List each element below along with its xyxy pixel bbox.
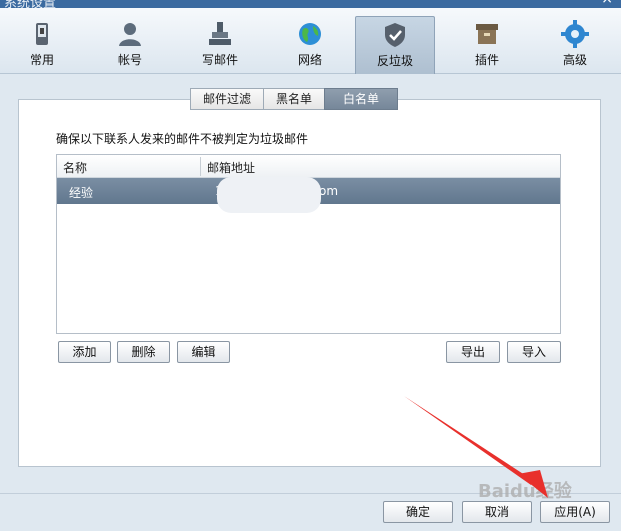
toolbar-label: 高级	[562, 53, 587, 67]
delete-button[interactable]: 删除	[117, 341, 170, 363]
network-icon	[299, 23, 321, 45]
tab-whitelist[interactable]: 白名单	[324, 88, 399, 110]
toolbar-label: 网络	[297, 53, 322, 67]
add-button[interactable]: 添加	[58, 341, 111, 363]
toolbar-item-common[interactable]: 常用	[2, 16, 82, 74]
redaction-blur	[217, 177, 321, 213]
tab-blacklist[interactable]: 黑名单	[263, 88, 326, 110]
column-header-name[interactable]: 名称	[63, 159, 87, 176]
edit-button[interactable]: 编辑	[177, 341, 230, 363]
whitelist-description: 确保以下联系人发来的邮件不被判定为垃圾邮件	[56, 132, 309, 146]
tab-mail-filter[interactable]: 邮件过滤	[190, 88, 265, 110]
toolbar-label: 写邮件	[201, 53, 238, 67]
ok-button[interactable]: 确定	[383, 501, 453, 523]
toolbar-item-plugin[interactable]: 插件	[447, 16, 527, 74]
toolbar-label: 帐号	[117, 53, 142, 67]
cell-name: 经验	[69, 186, 94, 200]
toolbar-item-account[interactable]: 帐号	[90, 16, 170, 74]
toolbar-item-advanced[interactable]: 高级	[535, 16, 615, 74]
table-header: 名称 邮箱地址	[57, 155, 560, 178]
whitelist-table[interactable]: 名称 邮箱地址 经验 1 om	[56, 154, 561, 334]
import-button[interactable]: 导入	[507, 341, 561, 363]
compose-icon	[209, 22, 231, 45]
account-icon	[119, 23, 141, 46]
apply-button[interactable]: 应用(A)	[540, 501, 610, 523]
toolbar-item-anti-spam[interactable]: 反垃圾	[355, 16, 435, 74]
anti-spam-shield-icon	[385, 23, 405, 47]
toolbar-item-network[interactable]: 网络	[270, 16, 350, 74]
baidu-watermark: Baidu经验	[478, 481, 572, 502]
plugin-icon	[476, 24, 498, 44]
cancel-button[interactable]: 取消	[462, 501, 532, 523]
export-button[interactable]: 导出	[446, 341, 500, 363]
toolbar-label: 常用	[29, 53, 54, 67]
cell-email-end: om	[319, 184, 339, 198]
toolbar-item-compose[interactable]: 写邮件	[180, 16, 260, 74]
title-bar: 系统设置 ×	[0, 0, 621, 11]
anti-spam-tabs: 邮件过滤 黑名单 白名单	[190, 88, 399, 110]
close-icon[interactable]: ×	[601, 0, 613, 7]
advanced-gear-icon	[561, 20, 589, 48]
column-separator[interactable]	[200, 157, 201, 176]
common-icon	[36, 23, 48, 45]
settings-toolbar: 常用 帐号 写邮件 网络 反垃圾 插件 高级	[0, 8, 621, 74]
toolbar-label: 插件	[474, 53, 499, 67]
toolbar-label: 反垃圾	[376, 54, 413, 68]
column-header-email[interactable]: 邮箱地址	[207, 159, 255, 176]
